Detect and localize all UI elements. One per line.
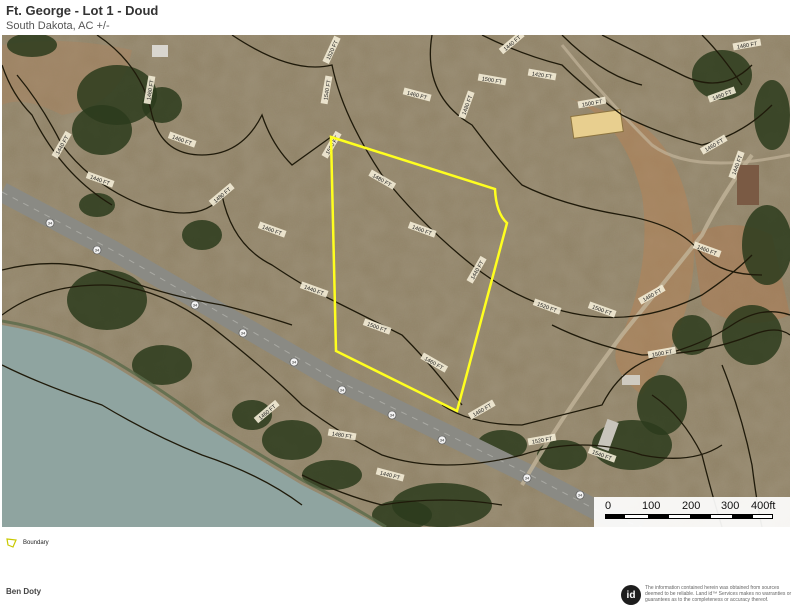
scale-label-400ft: 400ft	[751, 500, 776, 512]
map-view[interactable]: 1540 FT 1520 FT 1500 FT 1480 FT 1460 FT 1440 …	[2, 35, 790, 527]
svg-text:34: 34	[340, 388, 345, 393]
highway-shield-icon: 34	[522, 473, 532, 483]
highway-shield-icon: 34	[337, 385, 347, 395]
tree-cluster	[637, 375, 687, 435]
svg-text:34: 34	[95, 248, 100, 253]
tree-cluster	[742, 205, 790, 285]
scale-bar	[605, 514, 773, 519]
landid-logo: id	[621, 585, 641, 605]
highway-shield-icon: 34	[45, 218, 55, 228]
tree-cluster	[182, 220, 222, 250]
scale-label-0: 0	[605, 500, 612, 512]
tree-cluster	[67, 270, 147, 330]
highway-shield-icon: 34	[238, 328, 248, 338]
svg-text:34: 34	[241, 331, 246, 336]
svg-text:34: 34	[525, 476, 530, 481]
page-title: Ft. George - Lot 1 - Doud	[6, 3, 159, 18]
page-subtitle: South Dakota, AC +/-	[6, 20, 110, 32]
building-roof	[737, 165, 759, 205]
scale-labels: 0 100 200 300 400ft	[602, 500, 782, 512]
boundary-polygon-icon	[6, 538, 17, 548]
tree-cluster	[754, 80, 790, 150]
agent-name: Ben Doty	[6, 587, 42, 596]
tree-cluster	[72, 105, 132, 155]
svg-text:34: 34	[292, 360, 297, 365]
svg-text:34: 34	[578, 493, 583, 498]
scale-label-200: 200	[682, 500, 701, 512]
highway-shield-icon: 34	[575, 490, 585, 500]
building-roof	[152, 45, 168, 57]
tree-cluster	[79, 193, 115, 217]
svg-text:34: 34	[193, 303, 198, 308]
svg-text:34: 34	[48, 221, 53, 226]
svg-text:34: 34	[440, 438, 445, 443]
satellite-map[interactable]: 1540 FT1520 FT1500 FT1480 FT1460 FT1440 …	[2, 35, 790, 527]
disclaimer-text: The information contained herein was obt…	[645, 585, 792, 603]
highway-shield-icon: 34	[437, 435, 447, 445]
scale-bar-box: 0 100 200 300 400ft	[594, 497, 790, 527]
highway-shield-icon: 34	[92, 245, 102, 255]
highway-shield-icon: 34	[387, 410, 397, 420]
highway-shield-icon: 34	[190, 300, 200, 310]
brand-footer: id The information contained herein was …	[621, 585, 792, 605]
building-roof	[622, 375, 640, 385]
highway-shield-icon: 34	[289, 357, 299, 367]
tree-cluster	[262, 420, 322, 460]
legend-boundary-label: Boundary	[23, 540, 49, 546]
scale-label-100: 100	[642, 500, 661, 512]
map-legend: Boundary	[6, 538, 49, 548]
map-header: Ft. George - Lot 1 - Doud South Dakota, …	[6, 3, 158, 33]
scale-label-300: 300	[721, 500, 740, 512]
svg-text:34: 34	[390, 413, 395, 418]
